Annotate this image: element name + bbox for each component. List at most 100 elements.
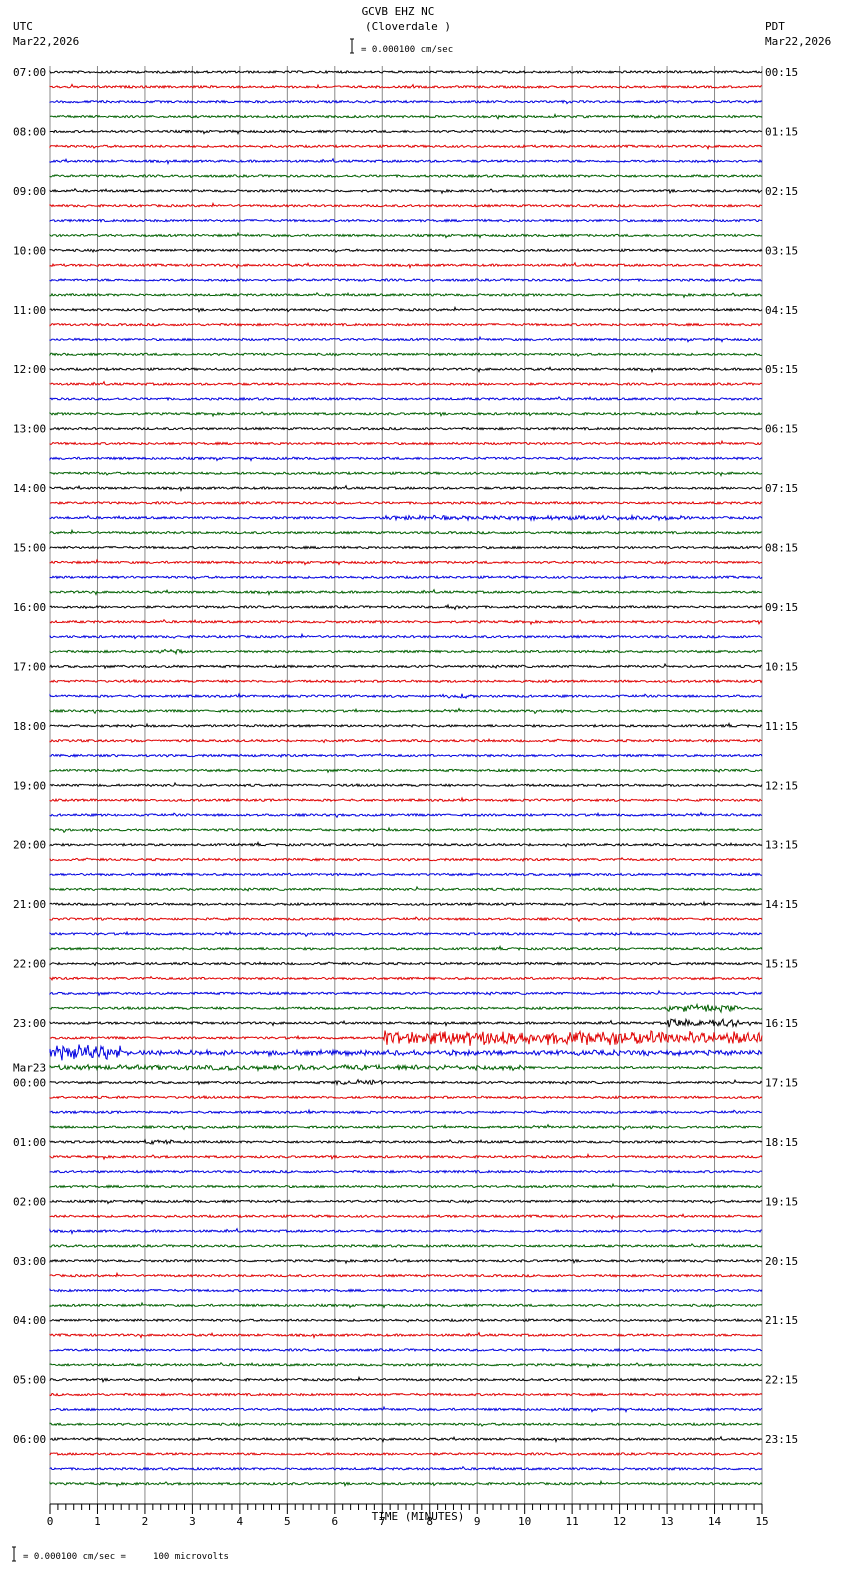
- trace-95: [49, 1479, 763, 1488]
- trace-84: [49, 1318, 763, 1323]
- trace-25: [49, 439, 763, 446]
- utc-hour-label: 13:00: [13, 423, 46, 436]
- utc-hour-label: 20:00: [13, 839, 46, 852]
- trace-35: [49, 588, 763, 597]
- x-tick-label: 13: [660, 1515, 673, 1528]
- trace-69: [49, 1095, 763, 1100]
- trace-83: [49, 1301, 763, 1309]
- trace-41: [49, 678, 763, 684]
- trace-78: [49, 1227, 763, 1236]
- trace-19: [49, 352, 762, 357]
- trace-45: [49, 738, 763, 744]
- trace-94: [49, 1465, 763, 1472]
- trace-55: [49, 885, 763, 892]
- utc-hour-label: 21:00: [13, 898, 46, 911]
- trace-17: [49, 322, 763, 327]
- trace-92: [49, 1435, 763, 1443]
- utc-hour-label: 15:00: [13, 542, 46, 555]
- trace-27: [49, 471, 763, 477]
- trace-90: [49, 1405, 763, 1413]
- trace-32: [49, 545, 763, 550]
- trace-70: [49, 1108, 762, 1115]
- right-timezone: PDT: [765, 20, 785, 33]
- trace-71: [49, 1123, 763, 1131]
- station-location: (Cloverdale ): [365, 20, 451, 33]
- trace-33: [49, 558, 763, 566]
- trace-73: [49, 1152, 763, 1161]
- pdt-hour-label: 10:15: [765, 660, 798, 673]
- trace-44: [49, 721, 763, 729]
- trace-13: [49, 261, 763, 270]
- date-change-label: Mar23: [13, 1061, 46, 1074]
- trace-2: [49, 99, 763, 105]
- x-tick-label: 15: [755, 1515, 768, 1528]
- trace-93: [49, 1451, 763, 1457]
- traces: [49, 69, 763, 1488]
- trace-86: [49, 1347, 763, 1353]
- trace-76: [49, 1199, 763, 1205]
- utc-hour-label: 11:00: [13, 304, 46, 317]
- pdt-hour-label: 06:15: [765, 423, 798, 436]
- trace-42: [49, 692, 763, 700]
- x-tick-label: 1: [94, 1515, 101, 1528]
- pdt-hour-label: 05:15: [765, 363, 798, 376]
- pdt-hour-label: 20:15: [765, 1255, 798, 1268]
- trace-24: [49, 426, 763, 431]
- trace-14: [49, 277, 763, 283]
- trace-11: [49, 231, 763, 239]
- x-tick-label: 10: [518, 1515, 531, 1528]
- utc-hour-label: 00:00: [13, 1076, 46, 1089]
- utc-hour-label: 09:00: [13, 185, 46, 198]
- x-tick-label: 5: [284, 1515, 291, 1528]
- utc-hour-label: 06:00: [13, 1433, 46, 1446]
- utc-hour-label: 17:00: [13, 660, 46, 673]
- pdt-hour-label: 02:15: [765, 185, 798, 198]
- pdt-hour-label: 19:15: [765, 1195, 798, 1208]
- station-title: GCVB EHZ NC: [362, 5, 435, 18]
- footer-scale-bar-icon: [12, 1546, 16, 1562]
- trace-59: [49, 944, 763, 951]
- pdt-hour-label: 14:15: [765, 898, 798, 911]
- pdt-hour-label: 12:15: [765, 779, 798, 792]
- pdt-hour-label: 01:15: [765, 125, 798, 138]
- utc-hour-label: 16:00: [13, 601, 46, 614]
- pdt-hour-label: 15:15: [765, 958, 798, 971]
- trace-26: [49, 456, 763, 462]
- scale-text: = 0.000100 cm/sec: [361, 45, 453, 55]
- seismogram-plot: GCVB EHZ NC (Cloverdale ) UTC Mar22,2026…: [12, 5, 831, 1562]
- right-date: Mar22,2026: [765, 35, 831, 48]
- utc-hour-label: 04:00: [13, 1314, 46, 1327]
- trace-1: [49, 83, 763, 90]
- pdt-hour-label: 04:15: [765, 304, 798, 317]
- trace-79: [49, 1242, 763, 1249]
- trace-57: [49, 916, 763, 923]
- trace-7: [49, 173, 763, 179]
- x-tick-label: 2: [142, 1515, 149, 1528]
- trace-72: [49, 1138, 763, 1146]
- trace-9: [49, 201, 763, 208]
- utc-hour-label: 07:00: [13, 66, 46, 79]
- trace-36: [49, 603, 763, 611]
- trace-49: [49, 796, 763, 803]
- pdt-hour-label: 21:15: [765, 1314, 798, 1327]
- trace-80: [49, 1258, 763, 1265]
- trace-4: [49, 129, 763, 135]
- trace-43: [49, 707, 763, 715]
- trace-16: [49, 305, 763, 313]
- trace-91: [49, 1422, 763, 1427]
- utc-hour-label: 23:00: [13, 1017, 46, 1030]
- trace-29: [49, 500, 763, 506]
- utc-hour-label: 14:00: [13, 482, 46, 495]
- trace-21: [49, 380, 763, 387]
- trace-67: [49, 1063, 763, 1073]
- left-timezone: UTC: [13, 20, 33, 33]
- pdt-hour-label: 17:15: [765, 1076, 798, 1089]
- trace-81: [49, 1271, 763, 1278]
- trace-10: [49, 218, 763, 223]
- x-tick-label: 11: [566, 1515, 579, 1528]
- trace-68: [49, 1078, 763, 1087]
- trace-18: [49, 335, 763, 343]
- trace-46: [49, 752, 763, 759]
- trace-63: [49, 1002, 763, 1014]
- utc-hour-label: 03:00: [13, 1255, 46, 1268]
